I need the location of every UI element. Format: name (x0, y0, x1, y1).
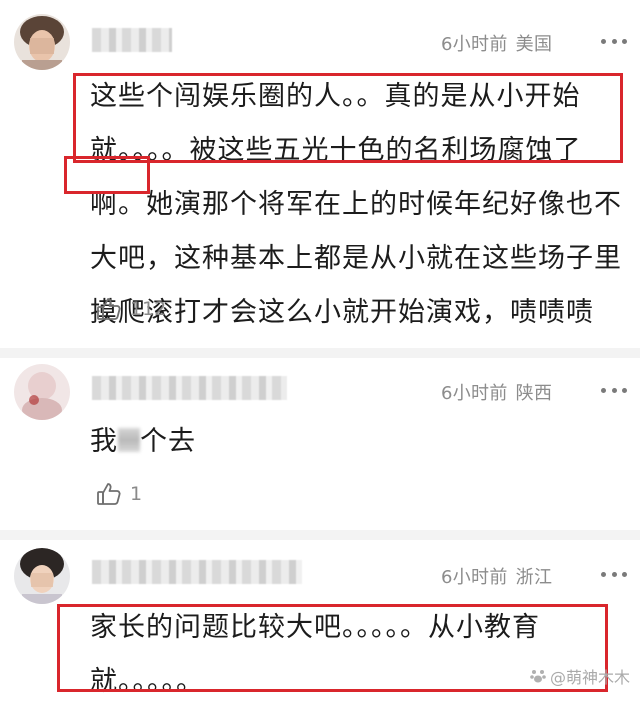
comment-line: 就。。。。被这些五光十色的名利场腐蚀了 (90, 135, 582, 166)
comment-body: 这些个闯娱乐圈的人。。真的是从小开始 就。。。。被这些五光十色的名利场腐蚀了 啊… (90, 70, 635, 340)
comment-line: 这些个闯娱乐圈的人。。真的是从小开始 (90, 81, 581, 112)
like-button[interactable]: 112 (96, 296, 166, 322)
comment-location: 浙江 (515, 567, 553, 588)
paw-icon (530, 670, 546, 683)
comment-line: 家长的问题比较大吧。。。。。从小教育 (90, 612, 540, 643)
thumbs-up-icon (97, 298, 121, 320)
comment-body: 家长的问题比较大吧。。。。。从小教育 就。。。。。 (90, 601, 635, 709)
comment-line: 大吧，这种基本上都是从小就在这些场子里 (90, 243, 622, 274)
comment-line: 啊。她演那个将军在上的时候年纪好像也不 (90, 189, 622, 220)
comment-text-start: 我 (90, 426, 118, 457)
avatar[interactable] (14, 548, 70, 604)
more-dots-icon[interactable] (601, 36, 627, 46)
comment-location: 陕西 (515, 383, 553, 404)
divider (0, 348, 640, 358)
comment-line: 摸爬滚打才会这么小就开始演戏，啧啧啧 (90, 297, 594, 328)
comment-body: 我个去 (90, 415, 635, 469)
divider (0, 530, 640, 540)
username-blurred[interactable] (92, 28, 172, 52)
comment-meta: 6小时前 美国 (441, 30, 560, 56)
more-dots-icon[interactable] (601, 385, 627, 395)
censored-char (118, 428, 140, 452)
like-count: 112 (130, 298, 167, 320)
comment-text-end: 个去 (140, 426, 196, 457)
username-blurred[interactable] (92, 376, 287, 400)
username-blurred[interactable] (92, 560, 302, 584)
comment-time: 6小时前 (441, 383, 508, 404)
comment-location: 美国 (515, 34, 553, 55)
comment-time: 6小时前 (441, 34, 508, 55)
thumbs-up-icon (97, 483, 121, 505)
more-dots-icon[interactable] (601, 569, 627, 579)
like-count: 1 (130, 483, 143, 505)
avatar[interactable] (14, 14, 70, 70)
comment-1: 6小时前 美国 这些个闯娱乐圈的人。。真的是从小开始 就。。。。被这些五光十色的名… (0, 0, 640, 348)
watermark: @萌神木木 (529, 664, 630, 688)
comment-time: 6小时前 (441, 567, 508, 588)
avatar[interactable] (14, 364, 70, 420)
comment-meta: 6小时前 浙江 (441, 563, 560, 589)
like-button[interactable]: 1 (96, 481, 142, 507)
comment-meta: 6小时前 陕西 (441, 379, 560, 405)
comment-2: 6小时前 陕西 我个去 1 (0, 358, 640, 530)
watermark-text: @萌神木木 (549, 668, 630, 687)
